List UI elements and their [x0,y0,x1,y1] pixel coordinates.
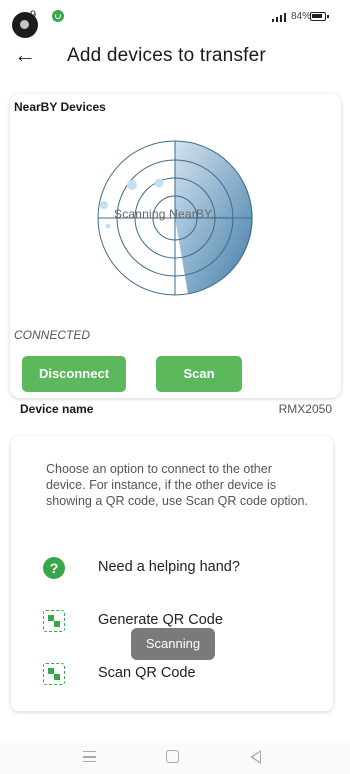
radar-blip [127,180,137,190]
app-bar: ← Add devices to transfer [0,34,350,82]
disconnect-button[interactable]: Disconnect [22,356,126,392]
help-option[interactable]: ? Need a helping hand? [43,555,313,581]
scan-qr-option[interactable]: Scan QR Code [43,661,313,687]
connection-status: CONNECTED [14,328,91,342]
generate-qr-label: Generate QR Code [98,612,223,628]
scan-button[interactable]: Scan [156,356,242,392]
scanning-toast: Scanning [131,628,215,660]
home-icon[interactable] [166,750,179,763]
status-bar: 9 84% [0,0,350,38]
app-status-icon [52,10,64,22]
qr-code-icon [43,663,65,685]
back-button[interactable]: ← [12,42,38,68]
arrow-left-icon: ← [14,42,36,67]
radar-blip [105,223,111,229]
device-name-row: Device name RMX2050 [0,400,350,420]
nearby-devices-title: NearBY Devices [14,100,106,114]
status-time: 9 [30,9,37,21]
help-icon: ? [43,557,65,579]
navigation-bar [0,742,350,774]
back-icon[interactable] [250,750,261,764]
device-name-label: Device name [20,402,94,416]
signal-icon [272,13,286,22]
options-instructions: Choose an option to connect to the other… [46,462,308,508]
device-name-value: RMX2050 [278,402,332,416]
menu-icon[interactable] [83,751,96,762]
radar-blip [154,178,164,188]
connection-options-card: Choose an option to connect to the other… [11,436,333,711]
qr-code-icon [43,610,65,632]
scan-qr-label: Scan QR Code [98,665,196,681]
battery-icon [310,12,329,21]
help-option-label: Need a helping hand? [98,559,240,575]
radar-scanning-label: Scanning NearBY..... [114,207,229,221]
nearby-devices-card: NearBY Devices Scanning NearBY..... CONN… [10,94,341,398]
radar-blip [100,201,108,209]
battery-percentage: 84% [291,11,312,22]
page-title: Add devices to transfer [67,45,266,66]
